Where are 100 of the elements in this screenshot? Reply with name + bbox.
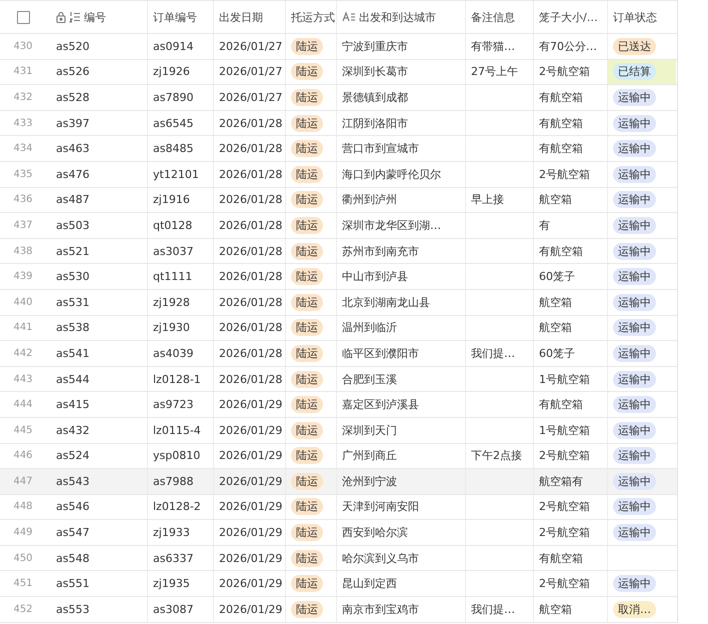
table-cell: as415 bbox=[56, 398, 90, 412]
column-header[interactable]: 出发和到达城市 bbox=[359, 10, 436, 24]
method-tag: 陆运 bbox=[291, 422, 323, 439]
table-cell: 深圳到天门 bbox=[342, 422, 397, 438]
table-cell: 中山市到泸县 bbox=[342, 269, 408, 284]
status-tag: 取消… bbox=[613, 600, 656, 618]
column-header[interactable]: 出发日期 bbox=[219, 10, 263, 24]
table-cell: as463 bbox=[56, 142, 90, 156]
table-cell: 有航空箱 bbox=[539, 550, 583, 566]
table-cell: 我们提… bbox=[471, 346, 515, 361]
table-cell: as546 bbox=[56, 500, 90, 514]
table-cell: as487 bbox=[56, 193, 90, 206]
column-header[interactable]: 订单编号 bbox=[153, 10, 197, 24]
table-cell: 2026/01/29 bbox=[219, 449, 282, 462]
status-tag: 运输中 bbox=[613, 370, 656, 388]
status-tag: 运输中 bbox=[613, 575, 656, 592]
table-cell: 2026/01/29 bbox=[219, 474, 282, 488]
table-cell: 60笼子 bbox=[539, 269, 575, 284]
column-header[interactable]: 备注信息 bbox=[471, 10, 515, 24]
table-cell: 有70公分… bbox=[539, 38, 597, 54]
select-all-checkbox[interactable] bbox=[16, 10, 30, 24]
table-cell: as476 bbox=[56, 168, 90, 181]
table-cell: 2026/01/29 bbox=[219, 552, 282, 565]
table-cell: as531 bbox=[56, 296, 90, 309]
method-tag: 陆运 bbox=[291, 472, 323, 490]
row-number: 451 bbox=[13, 578, 33, 590]
method-tag: 陆运 bbox=[291, 370, 323, 388]
table-cell: 2026/01/28 bbox=[219, 270, 282, 284]
status-tag: 运输中 bbox=[613, 216, 656, 234]
table-cell: as544 bbox=[56, 372, 90, 386]
status-tag: 运输中 bbox=[613, 191, 656, 208]
table-cell: as538 bbox=[56, 321, 90, 334]
row-number: 439 bbox=[13, 271, 33, 282]
text-field-icon bbox=[342, 11, 356, 23]
row-number: 432 bbox=[13, 92, 33, 103]
table-cell: 有航空箱 bbox=[539, 244, 583, 259]
row-number: 448 bbox=[13, 501, 33, 512]
status-tag: 运输中 bbox=[613, 498, 656, 516]
method-tag: 陆运 bbox=[291, 447, 323, 464]
table-cell: as7988 bbox=[153, 474, 194, 488]
method-tag: 陆运 bbox=[291, 268, 323, 286]
table-cell: 2026/01/28 bbox=[219, 193, 282, 206]
method-tag: 陆运 bbox=[291, 63, 323, 80]
method-tag: 陆运 bbox=[291, 294, 323, 311]
status-tag: 运输中 bbox=[613, 294, 656, 311]
table-cell: 哈尔滨到义乌市 bbox=[342, 550, 419, 566]
table-row[interactable]: 447 as543 as7988 2026/01/29 陆运 沧州到宁波 航空箱有 运输中 bbox=[0, 469, 677, 495]
table-cell: 下午2点接 bbox=[471, 448, 522, 464]
method-tag: 陆运 bbox=[291, 140, 323, 158]
table-cell: as9723 bbox=[153, 398, 194, 412]
table-cell: 1号航空箱 bbox=[539, 372, 590, 387]
table-cell: 嘉定区到泸溪县 bbox=[342, 397, 419, 412]
table-cell: as524 bbox=[56, 449, 90, 462]
table-cell: 2026/01/28 bbox=[219, 321, 282, 334]
table-cell: 2026/01/28 bbox=[219, 218, 282, 232]
column-header[interactable]: 笼子大小/… bbox=[539, 10, 598, 24]
status-tag: 已结算 bbox=[613, 63, 656, 80]
table-cell: lz0128-2 bbox=[153, 500, 201, 514]
row-number: 437 bbox=[13, 220, 33, 231]
table-cell: 早上接 bbox=[471, 192, 504, 208]
table-cell: 合肥到玉溪 bbox=[342, 372, 397, 387]
table-cell: as397 bbox=[56, 116, 90, 130]
row-number: 447 bbox=[13, 476, 33, 487]
table-cell: as6545 bbox=[153, 116, 194, 130]
table-cell: 2026/01/28 bbox=[219, 296, 282, 309]
table-cell: zj1935 bbox=[153, 577, 190, 590]
row-number: 446 bbox=[13, 450, 33, 462]
table-cell: 航空箱 bbox=[539, 602, 572, 617]
table-cell: as526 bbox=[56, 65, 90, 78]
table-cell: 海口到内蒙呼伦贝尔 bbox=[342, 166, 441, 182]
table-cell: 航空箱 bbox=[539, 294, 572, 310]
table-cell: 天津到河南安阳 bbox=[342, 499, 419, 514]
column-header[interactable]: 编号 bbox=[84, 10, 106, 24]
table-cell: 西安到哈尔滨 bbox=[342, 525, 408, 540]
row-number: 435 bbox=[13, 168, 33, 180]
table-cell: 有航空箱 bbox=[539, 397, 583, 412]
status-tag: 已送达 bbox=[613, 38, 656, 55]
table-cell: as3037 bbox=[153, 244, 194, 258]
status-tag: 运输中 bbox=[613, 319, 656, 336]
table-cell: 深圳到长葛市 bbox=[342, 64, 408, 80]
table-cell: 有航空箱 bbox=[539, 141, 583, 156]
method-tag: 陆运 bbox=[291, 242, 323, 260]
table-cell: 60笼子 bbox=[539, 346, 575, 361]
table-cell: 2026/01/27 bbox=[219, 40, 282, 53]
column-header[interactable]: 订单状态 bbox=[613, 10, 657, 24]
table-cell: as520 bbox=[56, 40, 90, 53]
table-cell: as503 bbox=[56, 218, 90, 232]
status-tag: 运输中 bbox=[613, 166, 656, 183]
method-tag: 陆运 bbox=[291, 524, 323, 542]
row-number: 436 bbox=[13, 194, 33, 206]
table-cell: as541 bbox=[56, 346, 90, 360]
method-tag: 陆运 bbox=[291, 88, 323, 106]
table-cell: 2026/01/27 bbox=[219, 65, 282, 78]
method-tag: 陆运 bbox=[291, 600, 323, 618]
table-cell: 2026/01/27 bbox=[219, 90, 282, 104]
column-header[interactable]: 托运方式 bbox=[291, 10, 335, 24]
table-cell: qt0128 bbox=[153, 218, 192, 232]
table-cell: as4039 bbox=[153, 346, 194, 360]
table-cell: 临平区到濮阳市 bbox=[342, 346, 419, 361]
table-cell: 江阴到洛阳市 bbox=[342, 116, 408, 131]
